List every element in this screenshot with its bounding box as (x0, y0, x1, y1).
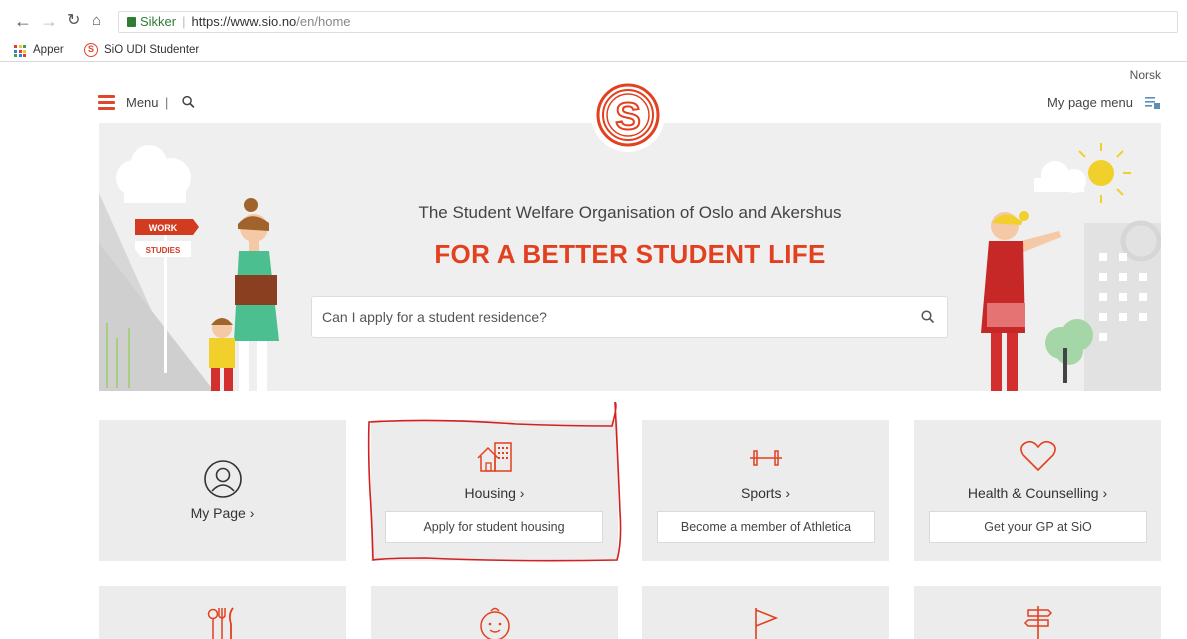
sio-logo-icon: S (596, 83, 660, 147)
child-face-icon (480, 607, 510, 639)
forward-arrow-icon[interactable]: → (40, 12, 58, 30)
tile-sports[interactable]: Sports › Become a member of Athletica (642, 420, 889, 561)
hero-search-box[interactable] (311, 296, 948, 338)
apps-grid-icon[interactable] (14, 45, 26, 57)
bookmarks-bar: Apper S SiO UDI Studenter (0, 38, 1187, 62)
tile-title-health[interactable]: Health & Counselling › (914, 485, 1161, 501)
tile-health[interactable]: Health & Counselling › Get your GP at Si… (914, 420, 1161, 561)
tile-start[interactable] (642, 586, 889, 639)
my-page-menu-icon[interactable] (1145, 96, 1161, 110)
lock-icon (127, 17, 136, 27)
tile-title-my-page[interactable]: My Page › (99, 505, 346, 521)
menu-separator: | (165, 95, 169, 110)
search-icon[interactable] (921, 310, 935, 324)
url-domain: https://www.sio.no (191, 14, 297, 29)
signpost-icon (1023, 606, 1053, 639)
tile-food[interactable] (99, 586, 346, 639)
language-link-norsk[interactable]: Norsk (1130, 68, 1161, 82)
reload-icon[interactable]: ↻ (67, 12, 80, 30)
bookmark-sio-udi[interactable]: SiO UDI Studenter (104, 38, 199, 62)
cutlery-icon (207, 607, 234, 639)
bookmark-apps[interactable]: Apper (33, 38, 64, 62)
menu-label[interactable]: Menu (126, 95, 159, 111)
annotation-highlight (367, 402, 622, 562)
search-icon[interactable] (182, 95, 195, 109)
url-path: /en/home (296, 14, 351, 29)
hero-search-input[interactable] (312, 297, 912, 337)
tile-title-sports[interactable]: Sports › (642, 485, 889, 501)
home-icon[interactable]: ⌂ (92, 12, 101, 30)
svg-text:S: S (615, 96, 640, 138)
my-page-menu-link[interactable]: My page menu (1047, 95, 1133, 110)
tile-my-page[interactable]: My Page › (99, 420, 346, 561)
hero-subtitle: The Student Welfare Organisation of Oslo… (418, 203, 842, 222)
tile-kindergarten[interactable] (371, 586, 618, 639)
hero-banner: WORK STUDIES The Student Welfare Organis… (99, 123, 1161, 391)
back-arrow-icon[interactable]: ← (14, 12, 32, 30)
user-circle-icon (204, 460, 242, 498)
hamburger-icon[interactable] (98, 95, 115, 110)
flag-icon (755, 608, 779, 639)
hero-title: FOR A BETTER STUDENT LIFE (434, 239, 826, 269)
sio-favicon-icon: S (84, 43, 98, 57)
sio-logo[interactable]: S (591, 78, 665, 152)
gp-at-sio-button[interactable]: Get your GP at SiO (929, 511, 1147, 543)
address-bar[interactable]: Sikker | https://www.sio.no/en/home (118, 11, 1178, 33)
athletica-membership-button[interactable]: Become a member of Athletica (657, 511, 875, 543)
dumbbell-icon (750, 450, 782, 466)
tile-guidance[interactable] (914, 586, 1161, 639)
heart-icon (1020, 440, 1056, 472)
sign-work: WORK (149, 223, 178, 233)
secure-label: Sikker (140, 14, 177, 29)
